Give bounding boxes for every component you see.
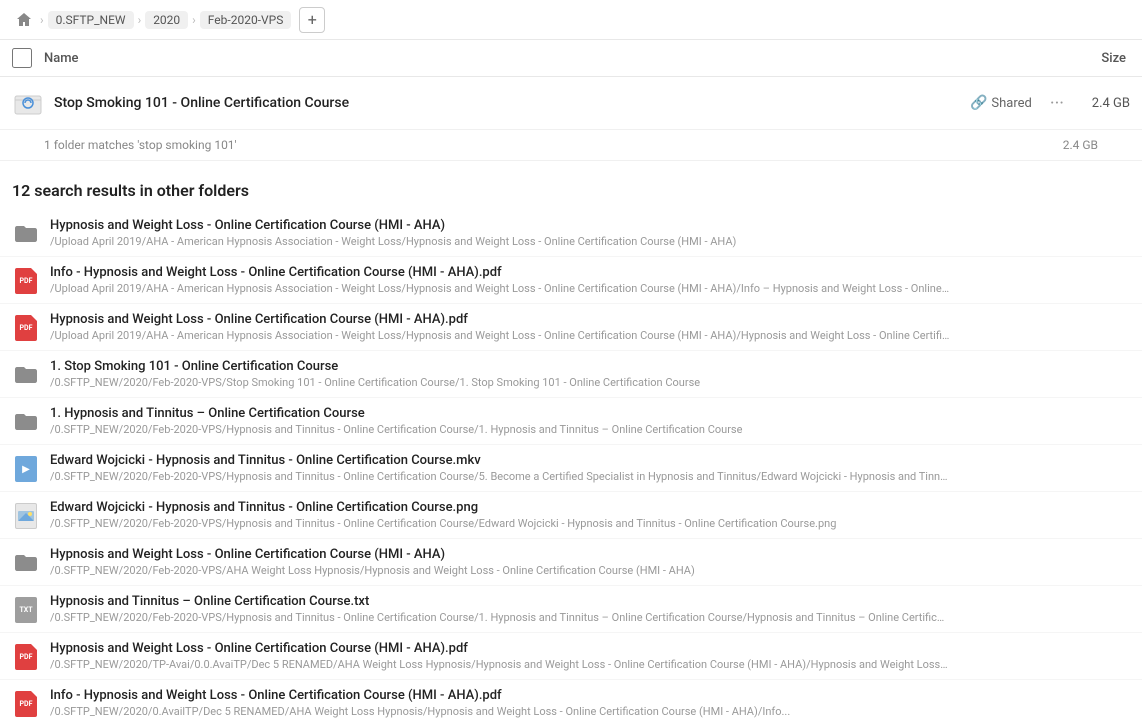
folder-match-icon [12, 87, 44, 119]
list-item[interactable]: PDF Info - Hypnosis and Weight Loss - On… [0, 257, 1142, 304]
list-item[interactable]: 1. Stop Smoking 101 - Online Certificati… [0, 351, 1142, 398]
item-path: /0.SFTP_NEW/2020/Feb-2020-VPS/Hypnosis a… [50, 517, 950, 530]
pdf-icon: PDF [12, 690, 40, 718]
shared-label: Shared [991, 96, 1031, 111]
item-path: /0.SFTP_NEW/2020/TP-Avai/0.0.AvaiTP/Dec … [50, 658, 950, 671]
more-options-button[interactable]: ··· [1044, 91, 1070, 116]
item-path: /0.SFTP_NEW/2020/Feb-2020-VPS/Hypnosis a… [50, 611, 950, 624]
folder-match-size: 2.4 GB [1070, 96, 1130, 111]
item-title: Hypnosis and Tinnitus – Online Certifica… [50, 594, 1130, 609]
shared-badge: 🔗 Shared [970, 95, 1032, 111]
item-title: Edward Wojcicki - Hypnosis and Tinnitus … [50, 453, 1130, 468]
item-text: Hypnosis and Weight Loss - Online Certif… [50, 641, 1130, 671]
item-text: 1. Stop Smoking 101 - Online Certificati… [50, 359, 1130, 389]
item-title: Hypnosis and Weight Loss - Online Certif… [50, 312, 1130, 327]
breadcrumb-sep-1: › [40, 13, 44, 27]
folder-icon [12, 408, 40, 436]
text-icon: TXT [12, 596, 40, 624]
folder-icon [12, 549, 40, 577]
item-path: /Upload April 2019/AHA - American Hypnos… [50, 235, 950, 248]
item-text: Edward Wojcicki - Hypnosis and Tinnitus … [50, 500, 1130, 530]
list-item[interactable]: TXT Hypnosis and Tinnitus – Online Certi… [0, 586, 1142, 633]
item-path: /0.SFTP_NEW/2020/Feb-2020-VPS/Hypnosis a… [50, 423, 950, 436]
item-path: /0.SFTP_NEW/2020/0.AvailTP/Dec 5 RENAMED… [50, 705, 950, 718]
home-button[interactable] [12, 8, 36, 32]
breadcrumb-bar: › 0.SFTP_NEW › 2020 › Feb-2020-VPS + [0, 0, 1142, 40]
item-path: /Upload April 2019/AHA - American Hypnos… [50, 282, 950, 295]
list-item[interactable]: Edward Wojcicki - Hypnosis and Tinnitus … [0, 492, 1142, 539]
list-item[interactable]: 1. Hypnosis and Tinnitus – Online Certif… [0, 398, 1142, 445]
list-item[interactable]: Hypnosis and Weight Loss - Online Certif… [0, 539, 1142, 586]
item-title: Hypnosis and Weight Loss - Online Certif… [50, 547, 1130, 562]
item-path: /0.SFTP_NEW/2020/Feb-2020-VPS/AHA Weight… [50, 564, 950, 577]
list-item[interactable]: PDF Hypnosis and Weight Loss - Online Ce… [0, 633, 1142, 680]
results-list: Hypnosis and Weight Loss - Online Certif… [0, 210, 1142, 720]
item-text: 1. Hypnosis and Tinnitus – Online Certif… [50, 406, 1130, 436]
item-path: /0.SFTP_NEW/2020/Feb-2020-VPS/Hypnosis a… [50, 470, 950, 483]
folder-match-name: Stop Smoking 101 - Online Certification … [54, 95, 970, 111]
item-text: Hypnosis and Weight Loss - Online Certif… [50, 312, 1130, 342]
item-path: /Upload April 2019/AHA - American Hypnos… [50, 329, 950, 342]
content-area: Name Size Stop Smoking 101 - Online Cert… [0, 40, 1142, 720]
item-text: Info - Hypnosis and Weight Loss - Online… [50, 688, 1130, 718]
item-text: Edward Wojcicki - Hypnosis and Tinnitus … [50, 453, 1130, 483]
link-icon: 🔗 [970, 95, 987, 111]
folder-icon [12, 220, 40, 248]
match-info-size: 2.4 GB [1063, 138, 1098, 152]
item-title: Hypnosis and Weight Loss - Online Certif… [50, 218, 1130, 233]
folder-match-info: 1 folder matches 'stop smoking 101' 2.4 … [0, 130, 1142, 161]
breadcrumb-sep-3: › [192, 13, 196, 27]
item-title: 1. Stop Smoking 101 - Online Certificati… [50, 359, 1130, 374]
breadcrumb-sep-2: › [138, 13, 142, 27]
pdf-icon: PDF [12, 314, 40, 342]
name-column-label: Name [44, 51, 1101, 66]
list-item[interactable]: ▶ Edward Wojcicki - Hypnosis and Tinnitu… [0, 445, 1142, 492]
section-header: 12 search results in other folders [0, 161, 1142, 210]
list-item[interactable]: PDF Info - Hypnosis and Weight Loss - On… [0, 680, 1142, 720]
folder-match-actions: 🔗 Shared ··· [970, 91, 1070, 116]
video-icon: ▶ [12, 455, 40, 483]
breadcrumb-item-feb[interactable]: Feb-2020-VPS [200, 11, 292, 29]
section-title: 12 search results in other folders [12, 181, 249, 200]
folder-match-row[interactable]: Stop Smoking 101 - Online Certification … [0, 77, 1142, 130]
item-title: Hypnosis and Weight Loss - Online Certif… [50, 641, 1130, 656]
item-path: /0.SFTP_NEW/2020/Feb-2020-VPS/Stop Smoki… [50, 376, 950, 389]
breadcrumb-item-sftp[interactable]: 0.SFTP_NEW [48, 11, 134, 29]
size-column-label: Size [1101, 51, 1126, 66]
item-title: 1. Hypnosis and Tinnitus – Online Certif… [50, 406, 1130, 421]
item-text: Hypnosis and Weight Loss - Online Certif… [50, 218, 1130, 248]
item-text: Info - Hypnosis and Weight Loss - Online… [50, 265, 1130, 295]
breadcrumb-add-button[interactable]: + [299, 7, 325, 33]
item-title: Edward Wojcicki - Hypnosis and Tinnitus … [50, 500, 1130, 515]
match-info-text: 1 folder matches 'stop smoking 101' [44, 138, 237, 152]
folder-icon [12, 361, 40, 389]
breadcrumb-item-2020[interactable]: 2020 [145, 11, 188, 29]
item-title: Info - Hypnosis and Weight Loss - Online… [50, 688, 1130, 703]
item-text: Hypnosis and Weight Loss - Online Certif… [50, 547, 1130, 577]
pdf-icon: PDF [12, 267, 40, 295]
image-icon [12, 502, 40, 530]
pdf-icon: PDF [12, 643, 40, 671]
item-text: Hypnosis and Tinnitus – Online Certifica… [50, 594, 1130, 624]
list-item[interactable]: PDF Hypnosis and Weight Loss - Online Ce… [0, 304, 1142, 351]
select-all-checkbox[interactable] [12, 48, 32, 68]
list-item[interactable]: Hypnosis and Weight Loss - Online Certif… [0, 210, 1142, 257]
column-header: Name Size [0, 40, 1142, 77]
item-title: Info - Hypnosis and Weight Loss - Online… [50, 265, 1130, 280]
